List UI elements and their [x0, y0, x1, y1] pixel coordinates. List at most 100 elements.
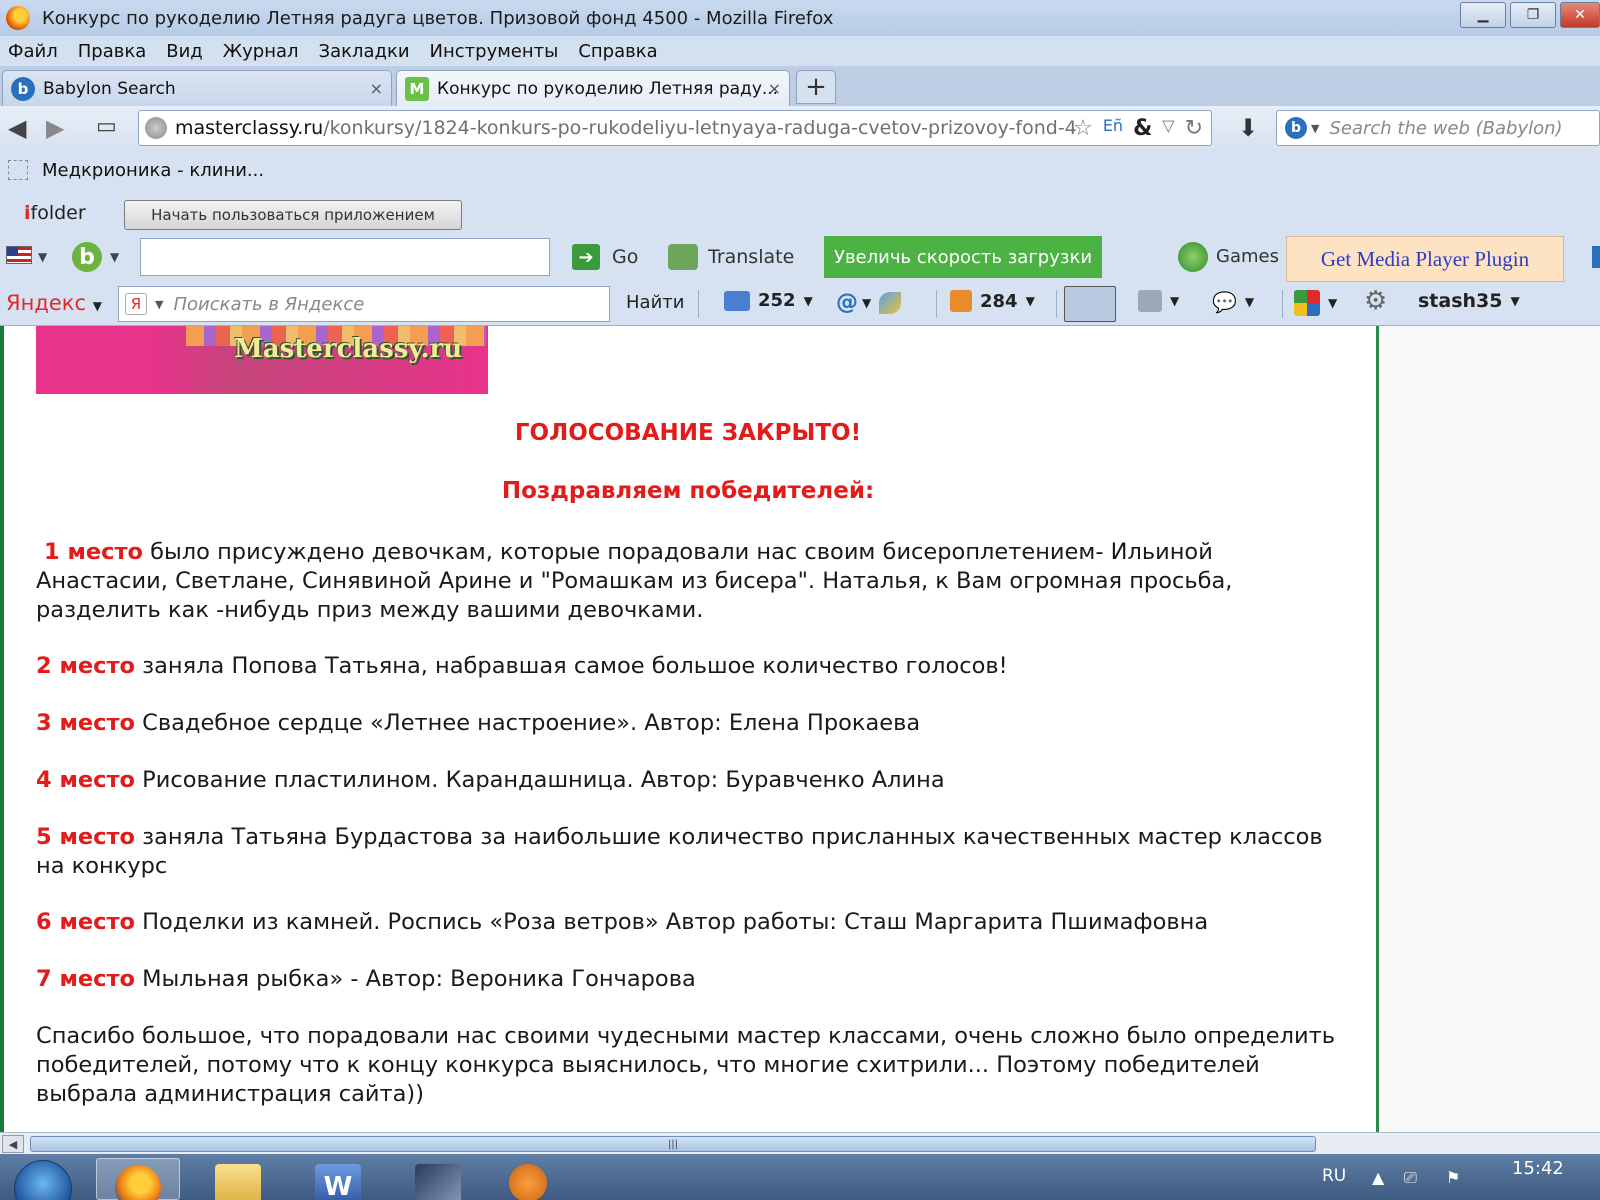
box-count: 284 — [980, 290, 1018, 312]
babylon-toolbar: ▼ b ▼ ➔ Go Translate Увеличь скорость за… — [0, 232, 1600, 282]
tab-babylon-search[interactable]: b Babylon Search × — [2, 70, 392, 106]
search-placeholder: Search the web (Babylon) — [1329, 117, 1563, 139]
clock[interactable]: 15:42 — [1512, 1158, 1564, 1179]
taskbar-explorer[interactable] — [196, 1158, 280, 1200]
tab-close-icon[interactable]: × — [768, 79, 781, 98]
feather-icon — [879, 291, 902, 314]
chevron-down-icon: ▼ — [1510, 294, 1520, 308]
speech-bubble-icon: 💬 — [1212, 290, 1237, 314]
yandex-search-input[interactable]: Я ▼ Поискать в Яндексе — [118, 286, 610, 322]
comments-button[interactable]: 💬 ▼ — [1212, 290, 1254, 314]
site-identity-icon[interactable] — [145, 117, 167, 139]
settings-button[interactable]: ⚙ — [1364, 286, 1387, 316]
chevron-down-icon[interactable]: ▼ — [1311, 122, 1319, 135]
url-bar-icons: ☆ Eñ & ▽ ↻ — [1073, 116, 1203, 141]
taskbar-word[interactable]: W — [296, 1158, 380, 1200]
new-tab-button[interactable]: + — [796, 70, 836, 104]
start-button[interactable] — [14, 1160, 72, 1200]
window-view-icon[interactable]: ▭ — [96, 114, 117, 139]
network-icon[interactable]: ⎚ — [1404, 1168, 1417, 1188]
masterclassy-icon: M — [405, 76, 429, 101]
find-button[interactable]: Найти — [626, 292, 684, 313]
place-2-paragraph: 2 место заняла Попова Татьяна, набравшая… — [36, 652, 1346, 681]
babylon-logo-icon[interactable]: b — [72, 242, 102, 272]
babylon-search-icon[interactable]: b — [1285, 117, 1307, 139]
at-button[interactable]: @ ▼ — [836, 290, 902, 315]
chevron-down-icon: ▼ — [1244, 295, 1255, 309]
speed-up-button[interactable]: Увеличь скорость загрузки — [824, 236, 1102, 278]
start-app-button[interactable]: Начать пользоваться приложением — [124, 200, 462, 230]
place-label: 4 место — [36, 767, 135, 793]
apps-button[interactable]: ▼ — [1294, 290, 1337, 316]
place-3-paragraph: 3 место Свадебное сердце «Летнее настрое… — [36, 709, 1346, 738]
chevron-down-icon[interactable]: ▼ — [38, 250, 47, 264]
paint-icon — [415, 1164, 461, 1200]
dropdown-icon[interactable]: ▽ — [1162, 116, 1174, 141]
url-bar[interactable]: masterclassy.ru /konkursy/1824-konkurs-p… — [138, 110, 1212, 146]
bookmark-item[interactable]: Медкрионика - клини... — [42, 160, 264, 181]
language-indicator[interactable]: RU — [1322, 1166, 1346, 1186]
search-box[interactable]: b ▼ Search the web (Babylon) — [1276, 110, 1600, 146]
bookmark-star-icon[interactable]: ☆ — [1073, 116, 1093, 141]
place-6-paragraph: 6 место Поделки из камней. Роспись «Роза… — [36, 908, 1346, 937]
menu-history[interactable]: Журнал — [223, 41, 299, 62]
page-border — [0, 326, 4, 1132]
place-text: Поделки из камней. Роспись «Роза ветров»… — [134, 909, 1209, 935]
scroll-left-icon[interactable]: ◀ — [2, 1135, 24, 1153]
babylon-search-input[interactable] — [140, 238, 550, 276]
go-button[interactable]: Go — [612, 246, 638, 268]
us-flag-icon[interactable] — [6, 246, 32, 264]
mail-button[interactable]: 252 ▼ — [724, 290, 813, 311]
menu-file[interactable]: Файл — [8, 41, 58, 62]
yandex-toolbar: Яндекс ▼ Я ▼ Поискать в Яндексе Найти 25… — [0, 282, 1600, 326]
window-title: Конкурс по рукоделию Летняя радуга цвето… — [42, 7, 834, 29]
scrollbar-thumb[interactable]: ||| — [30, 1136, 1316, 1152]
taskbar-firefox[interactable] — [96, 1158, 180, 1200]
chevron-down-icon: ▼ — [1170, 294, 1180, 308]
page-translate-button[interactable]: ▼ — [1138, 290, 1179, 312]
tab-close-icon[interactable]: × — [370, 79, 383, 98]
translate-icon[interactable]: Eñ — [1103, 116, 1123, 141]
yandex-icon[interactable]: Я — [125, 293, 147, 315]
ifolder-logo[interactable]: ifolder — [24, 202, 86, 224]
translate-toggle-button[interactable] — [1064, 286, 1116, 322]
ampersand-icon[interactable]: & — [1133, 116, 1152, 141]
close-button[interactable]: ✕ — [1560, 2, 1600, 28]
back-icon[interactable]: ◀ — [8, 114, 26, 142]
chevron-down-icon[interactable]: ▼ — [155, 298, 163, 311]
download-icon[interactable]: ⬇ — [1238, 114, 1258, 142]
action-center-flag-icon[interactable]: ⚑ — [1446, 1168, 1460, 1187]
yandex-logo[interactable]: Яндекс ▼ — [6, 291, 102, 315]
taskbar-paint[interactable] — [396, 1158, 480, 1200]
site-banner[interactable]: Masterclassy.ru — [36, 326, 488, 394]
games-button[interactable]: Games — [1216, 246, 1279, 267]
forward-icon[interactable]: ▶ — [46, 114, 64, 142]
menu-view[interactable]: Вид — [166, 41, 203, 62]
media-player-plugin-button[interactable]: Get Media Player Plugin — [1286, 236, 1564, 282]
toolbar-overflow-icon[interactable] — [1592, 246, 1600, 268]
minimize-button[interactable]: ▁ — [1460, 2, 1506, 28]
reload-icon[interactable]: ↻ — [1185, 116, 1203, 141]
menu-bar: Файл Правка Вид Журнал Закладки Инструме… — [0, 36, 1600, 66]
chevron-down-icon[interactable]: ▼ — [110, 250, 119, 264]
restore-button[interactable]: ❐ — [1510, 2, 1556, 28]
voting-closed-heading: ГОЛОСОВАНИЕ ЗАКРЫТО! — [514, 420, 862, 446]
chevron-down-icon: ▼ — [803, 293, 813, 308]
translate-button[interactable]: Translate — [708, 246, 794, 268]
place-label: 7 место — [36, 966, 135, 992]
menu-help[interactable]: Справка — [578, 41, 657, 62]
explorer-icon — [215, 1164, 261, 1200]
menu-edit[interactable]: Правка — [78, 41, 147, 62]
place-text: заняла Попова Татьяна, набравшая самое б… — [134, 653, 1008, 679]
horizontal-scrollbar[interactable]: ◀ ||| — [0, 1132, 1600, 1154]
tab-contest[interactable]: M Конкурс по рукоделию Летняя раду... × — [396, 70, 790, 106]
menu-bookmarks[interactable]: Закладки — [319, 41, 410, 62]
taskbar-media-player[interactable] — [486, 1158, 570, 1200]
user-menu[interactable]: stash35 ▼ — [1418, 290, 1520, 312]
disk-button[interactable]: 284 ▼ — [950, 290, 1035, 312]
go-arrow-icon[interactable]: ➔ — [572, 244, 600, 270]
translate-bubble-icon[interactable] — [668, 244, 698, 270]
menu-tools[interactable]: Инструменты — [430, 41, 559, 62]
games-icon[interactable] — [1178, 242, 1208, 272]
show-hidden-icons-icon[interactable]: ▲ — [1372, 1168, 1384, 1187]
